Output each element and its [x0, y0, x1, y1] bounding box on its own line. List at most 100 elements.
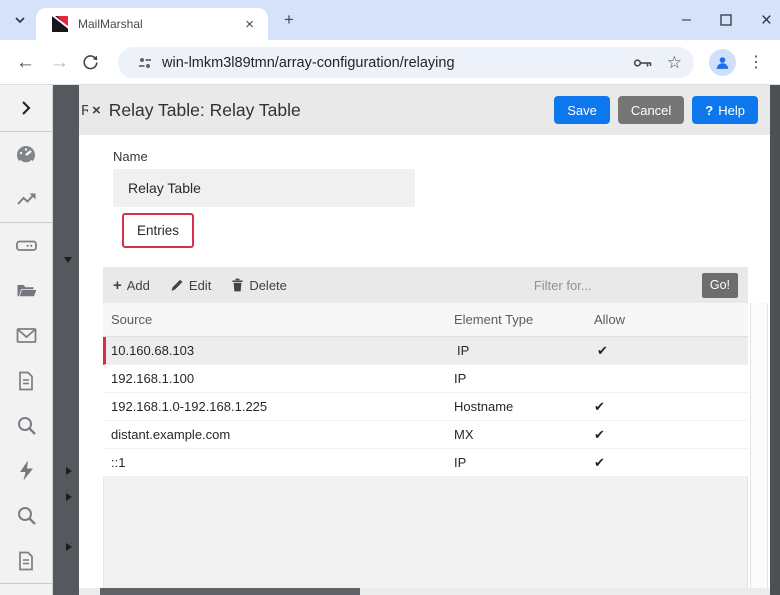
back-button[interactable]: ←	[16, 40, 35, 85]
allow-check-icon: ✔	[594, 454, 605, 470]
bookmark-star-icon[interactable]: ☆	[667, 53, 682, 73]
close-window-button[interactable]: ×	[761, 11, 772, 30]
tree-expanded-arrow-icon[interactable]	[64, 257, 72, 263]
delete-button[interactable]: Delete	[231, 278, 287, 293]
search-icon	[17, 507, 36, 525]
address-bar[interactable]: win-lmkm3l89tmn/array-configuration/rela…	[118, 47, 694, 78]
minimize-button[interactable]: –	[682, 12, 691, 28]
table-row[interactable]: 192.168.1.100 IP	[103, 365, 748, 393]
tab-search-button[interactable]	[8, 8, 32, 32]
browser-tab[interactable]: MailMarshal ×	[36, 8, 268, 40]
table-row[interactable]: 10.160.68.103 IP ✔	[103, 337, 748, 365]
add-button[interactable]: + Add	[113, 278, 150, 293]
tree-collapsed-arrow-icon[interactable]	[66, 467, 72, 475]
table-row[interactable]: 192.168.1.0-192.168.1.225 Hostname ✔	[103, 393, 748, 421]
maximize-icon	[720, 14, 732, 26]
app-area: R × Relay Table: Relay Table Save Cancel…	[0, 85, 780, 595]
entries-table: Source Element Type Allow 10.160.68.103 …	[103, 303, 748, 477]
server-drive-icon	[15, 240, 37, 251]
maximize-button[interactable]	[719, 13, 733, 27]
column-header-element-type[interactable]: Element Type	[454, 312, 594, 327]
sidebar-item-logs[interactable]	[0, 538, 52, 583]
forward-button[interactable]: →	[50, 40, 69, 85]
browser-tabstrip: MailMarshal × + – ×	[0, 0, 780, 40]
question-icon: ?	[705, 102, 714, 118]
collapsed-tree-strip[interactable]	[53, 85, 79, 595]
profile-avatar[interactable]	[709, 49, 736, 76]
add-label: Add	[126, 277, 150, 293]
sidebar-item-dashboard[interactable]	[0, 132, 52, 177]
cancel-button[interactable]: Cancel	[617, 96, 685, 124]
folder-open-icon	[17, 285, 36, 297]
go-button[interactable]: Go!	[701, 272, 738, 298]
name-field[interactable]	[113, 169, 415, 207]
plus-icon: +	[113, 276, 122, 294]
window-controls: – ×	[682, 0, 772, 40]
sidebar-item-search-messages[interactable]	[0, 403, 52, 448]
relay-table-panel: R × Relay Table: Relay Table Save Cancel…	[79, 85, 770, 595]
tab-close-icon[interactable]: ×	[241, 17, 258, 32]
cell-source: ::1	[111, 455, 126, 470]
sidebar-item-servers[interactable]	[0, 223, 52, 268]
tree-collapsed-arrow-icon[interactable]	[66, 493, 72, 501]
site-settings-icon[interactable]	[136, 54, 154, 72]
edit-label: Edit	[188, 277, 212, 293]
password-key-icon[interactable]	[633, 56, 653, 70]
reload-icon	[83, 55, 98, 70]
clipped-underlying-text: R	[81, 101, 88, 119]
panel-close-icon[interactable]: ×	[92, 102, 101, 119]
sidebar-item-policy[interactable]	[0, 358, 52, 403]
horizontal-scrollbar[interactable]	[79, 588, 770, 595]
tree-collapsed-arrow-icon[interactable]	[66, 543, 72, 551]
sidebar-expand-button[interactable]	[0, 85, 52, 131]
trash-icon	[232, 278, 243, 292]
lightning-icon	[19, 460, 33, 481]
panel-header: R × Relay Table: Relay Table Save Cancel…	[79, 85, 770, 135]
filter-input[interactable]	[533, 277, 694, 293]
line-chart-icon	[16, 193, 35, 205]
cell-element-type: IP	[454, 455, 467, 470]
chevron-down-icon	[15, 17, 25, 24]
chevron-right-icon	[22, 101, 31, 115]
delete-label: Delete	[249, 277, 287, 293]
cell-source: 192.168.1.100	[111, 371, 195, 386]
cell-element-type: MX	[454, 427, 474, 442]
tab-entries[interactable]: Entries	[122, 213, 195, 248]
table-row[interactable]: ::1 IP ✔	[103, 449, 748, 477]
tab-title: MailMarshal	[78, 17, 143, 31]
browser-toolbar: ← → win-lmkm3l89tmn/array-configuration/…	[0, 40, 780, 85]
dashboard-gauge-icon	[17, 145, 35, 164]
help-button[interactable]: ? Help	[692, 96, 758, 124]
search-icon	[17, 417, 36, 435]
cell-element-type: IP	[457, 343, 470, 358]
horizontal-scrollbar-thumb[interactable]	[100, 588, 360, 595]
sidebar-item-reports[interactable]	[0, 177, 52, 222]
pencil-icon	[171, 279, 183, 291]
allow-check-icon: ✔	[597, 342, 608, 358]
url-text[interactable]: win-lmkm3l89tmn/array-configuration/rela…	[162, 55, 619, 71]
save-button[interactable]: Save	[554, 96, 610, 124]
table-empty-area	[103, 477, 748, 588]
help-label: Help	[718, 102, 745, 118]
sidebar-item-actions[interactable]	[0, 448, 52, 493]
column-header-source[interactable]: Source	[103, 312, 454, 327]
browser-menu-icon[interactable]: ⋮	[748, 52, 764, 72]
mailmarshal-favicon	[52, 16, 68, 32]
app-sidebar	[0, 85, 53, 595]
new-tab-button[interactable]: +	[278, 10, 300, 30]
document-icon	[19, 371, 33, 390]
edit-button[interactable]: Edit	[170, 278, 211, 293]
sidebar-item-folders[interactable]	[0, 268, 52, 313]
cell-source: 192.168.1.0-192.168.1.225	[111, 399, 268, 414]
envelope-icon	[16, 328, 36, 343]
sidebar-item-mail[interactable]	[0, 313, 52, 358]
allow-check-icon: ✔	[594, 426, 605, 442]
cell-element-type: IP	[454, 371, 467, 386]
reload-button[interactable]	[82, 54, 99, 71]
table-row[interactable]: distant.example.com MX ✔	[103, 421, 748, 449]
vertical-scrollbar-track[interactable]	[750, 303, 768, 588]
column-header-allow[interactable]: Allow	[594, 312, 748, 327]
entries-toolbar: + Add Edit Delete Filter for... Go!	[103, 267, 748, 303]
table-header-row: Source Element Type Allow	[103, 303, 748, 337]
sidebar-item-search-logs[interactable]	[0, 493, 52, 538]
